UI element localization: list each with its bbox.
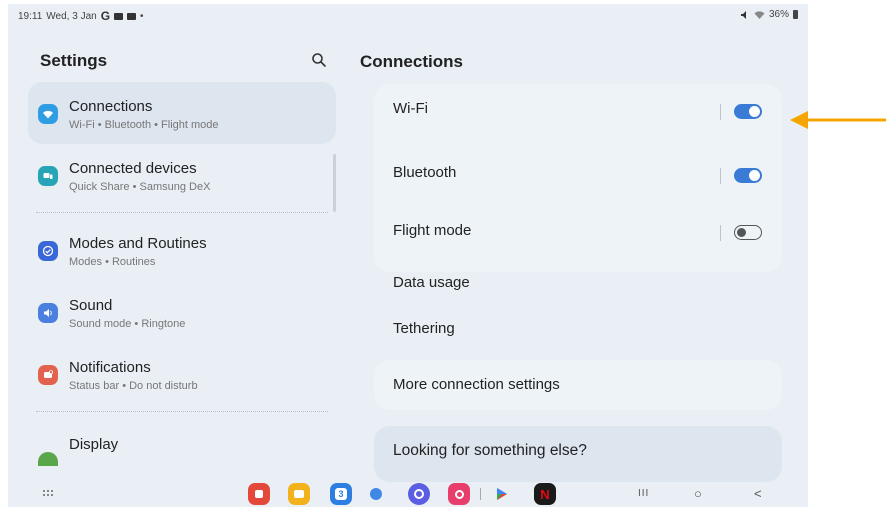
google-icon: G	[100, 9, 111, 23]
sidebar-item-label: Sound	[69, 297, 113, 314]
status-more-dot: •	[140, 10, 144, 22]
toggle-knob	[736, 227, 746, 237]
sidebar-item-sub: Modes • Routines	[69, 256, 156, 268]
wifi-row[interactable]: Wi-Fi	[374, 84, 782, 148]
recents-button[interactable]: III	[638, 488, 649, 499]
app-glyph	[414, 489, 424, 499]
sidebar-item-modes-and-routines[interactable]: Modes and Routines Modes • Routines	[28, 219, 336, 281]
more-card: More connection settings	[374, 360, 782, 410]
internet-icon[interactable]	[408, 483, 430, 505]
flight-mode-row[interactable]: Flight mode	[374, 208, 782, 268]
tablet-screen: 19:11 Wed, 3 Jan G • 36% Settings Connec…	[8, 4, 808, 507]
more-connection-settings-row[interactable]: More connection settings	[374, 360, 782, 410]
sidebar-item-sound[interactable]: Sound Sound mode • Ringtone	[28, 281, 336, 343]
connected-devices-icon	[38, 166, 58, 186]
sidebar-item-sub: Status bar • Do not disturb	[69, 380, 198, 392]
battery-icon	[793, 10, 798, 19]
toggle-knob	[749, 170, 760, 181]
divider	[36, 411, 328, 412]
sidebar-item-label: Modes and Routines	[69, 235, 207, 252]
sidebar-item-label: Connected devices	[69, 160, 197, 177]
row-divider	[720, 104, 721, 120]
tethering-row[interactable]: Tethering	[374, 306, 782, 352]
app-glyph	[255, 490, 263, 498]
data-card: Data usage Tethering	[374, 260, 782, 354]
search-icon[interactable]	[310, 51, 328, 69]
status-right: 36%	[740, 9, 798, 20]
sidebar-item-label: Connections	[69, 98, 153, 115]
status-bar: 19:11 Wed, 3 Jan G • 36%	[8, 4, 808, 24]
app-glyph	[454, 489, 464, 499]
wifi-label: Wi-Fi	[393, 100, 428, 117]
connections-card: Wi-Fi Bluetooth Flight mode	[374, 84, 782, 272]
sidebar-item-display[interactable]: Display	[28, 418, 336, 480]
sidebar-item-sub: Quick Share • Samsung DeX	[69, 181, 211, 193]
app-glyph: N	[540, 486, 550, 502]
wifi-icon	[38, 104, 58, 124]
camera-icon[interactable]	[448, 483, 470, 505]
notifications-icon	[38, 365, 58, 385]
back-button[interactable]: <	[754, 486, 762, 501]
notification-icon	[114, 12, 124, 20]
play-store-icon[interactable]	[496, 487, 508, 501]
sidebar-item-sub: Wi-Fi • Bluetooth • Flight mode	[69, 119, 219, 131]
speaker-icon	[38, 303, 58, 323]
app-glyph	[294, 490, 304, 498]
navigation-bar: 3 N III ○ <	[8, 482, 808, 507]
sidebar-item-label: Notifications	[69, 359, 151, 376]
row-divider	[720, 168, 721, 184]
app-drawer-icon[interactable]	[42, 489, 54, 499]
sidebar-item-connections[interactable]: Connections Wi-Fi • Bluetooth • Flight m…	[28, 82, 336, 144]
flight-mode-label: Flight mode	[393, 222, 472, 239]
display-icon	[38, 452, 58, 466]
bluetooth-label: Bluetooth	[393, 164, 457, 181]
battery-percent: 36%	[768, 9, 789, 20]
netflix-icon[interactable]: N	[534, 483, 556, 505]
calendar-icon[interactable]: 3	[330, 483, 352, 505]
scrollbar[interactable]	[333, 154, 336, 212]
looking-for-something-else-label: Looking for something else?	[393, 442, 587, 459]
status-date: Wed, 3 Jan	[46, 10, 97, 22]
settings-list: Connections Wi-Fi • Bluetooth • Flight m…	[28, 82, 336, 480]
bluetooth-toggle[interactable]	[734, 168, 762, 183]
divider	[36, 212, 328, 213]
mute-icon	[740, 10, 746, 19]
tethering-label: Tethering	[393, 320, 455, 337]
dock-divider	[480, 488, 481, 500]
wifi-toggle[interactable]	[734, 104, 762, 119]
looking-card: Looking for something else?	[374, 426, 782, 482]
wifi-status-icon	[754, 10, 765, 19]
sidebar-item-connected-devices[interactable]: Connected devices Quick Share • Samsung …	[28, 144, 336, 206]
app-icon-red[interactable]	[248, 483, 270, 505]
check-circle-icon	[38, 241, 58, 261]
status-left: 19:11 Wed, 3 Jan G •	[18, 9, 144, 23]
row-divider	[720, 225, 721, 241]
notification-icon	[127, 12, 137, 20]
home-button[interactable]: ○	[694, 486, 702, 501]
data-usage-label: Data usage	[393, 274, 470, 291]
looking-for-something-else-row[interactable]: Looking for something else?	[374, 426, 782, 482]
page-title: Connections	[360, 52, 463, 71]
status-time: 19:11	[18, 10, 43, 22]
app-icon-yellow[interactable]	[288, 483, 310, 505]
more-connection-settings-label: More connection settings	[393, 376, 560, 393]
data-usage-row[interactable]: Data usage	[374, 260, 782, 306]
calendar-day: 3	[335, 488, 347, 500]
messages-icon[interactable]	[370, 488, 382, 500]
sidebar-item-sub: Sound mode • Ringtone	[69, 318, 186, 330]
bluetooth-row[interactable]: Bluetooth	[374, 148, 782, 208]
annotation-arrow-icon	[790, 111, 886, 129]
flight-mode-toggle[interactable]	[734, 225, 762, 240]
sidebar-item-notifications[interactable]: Notifications Status bar • Do not distur…	[28, 343, 336, 405]
settings-title: Settings	[40, 51, 108, 70]
toggle-knob	[749, 106, 760, 117]
sidebar-item-label: Display	[69, 436, 119, 453]
